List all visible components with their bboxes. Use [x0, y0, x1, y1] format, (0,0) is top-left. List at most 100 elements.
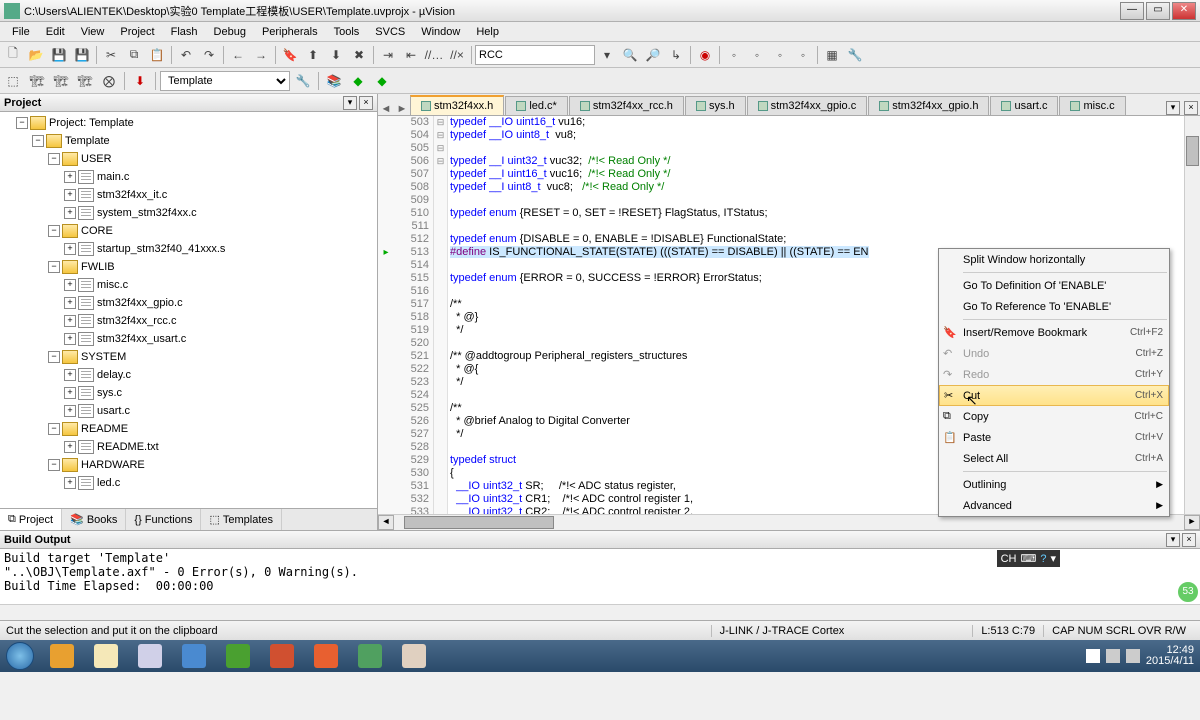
- nav-back-icon[interactable]: ←: [227, 44, 249, 66]
- system-tray[interactable]: 12:49 2015/4/11: [1080, 645, 1200, 667]
- file-usart-c[interactable]: +usart.c: [0, 402, 377, 420]
- open-icon[interactable]: 📂: [25, 44, 47, 66]
- group-system[interactable]: −SYSTEM: [0, 348, 377, 366]
- select-pack-icon[interactable]: ◆: [371, 70, 393, 92]
- incremental-find-icon[interactable]: ↳: [665, 44, 687, 66]
- indent-icon[interactable]: ⇥: [377, 44, 399, 66]
- save-all-icon[interactable]: 💾: [71, 44, 93, 66]
- ime-indicator[interactable]: CH ⌨ ? ▾: [997, 550, 1060, 567]
- scroll-left-icon[interactable]: ◄: [378, 515, 394, 530]
- tray-flag-icon[interactable]: [1086, 649, 1100, 663]
- target-options-icon[interactable]: 🔧: [292, 70, 314, 92]
- download-icon[interactable]: ⬇: [129, 70, 151, 92]
- menu-edit[interactable]: Edit: [38, 24, 73, 40]
- ctx-paste[interactable]: 📋PasteCtrl+V: [939, 427, 1169, 448]
- menu-peripherals[interactable]: Peripherals: [254, 24, 326, 40]
- batch-build-icon[interactable]: 🏗: [74, 70, 96, 92]
- ctx-select-all[interactable]: Select AllCtrl+A: [939, 448, 1169, 469]
- taskbar-app-1[interactable]: [41, 642, 83, 670]
- taskbar-app-7[interactable]: [305, 642, 347, 670]
- maximize-button[interactable]: ▭: [1146, 2, 1170, 20]
- ctx-outlining[interactable]: Outlining▶: [939, 474, 1169, 495]
- file-system_stm32f4xx-c[interactable]: +system_stm32f4xx.c: [0, 204, 377, 222]
- panel-tab-project[interactable]: ⧉Project: [0, 509, 62, 530]
- config-icon[interactable]: 🔧: [844, 44, 866, 66]
- enable-breakpoint-icon[interactable]: ◦: [769, 44, 791, 66]
- tab-nav-right-icon[interactable]: ►: [394, 103, 410, 115]
- taskbar-explorer[interactable]: [85, 642, 127, 670]
- tray-clock[interactable]: 12:49 2015/4/11: [1146, 645, 1194, 667]
- ctx-copy[interactable]: ⧉CopyCtrl+C: [939, 406, 1169, 427]
- editor-tab[interactable]: stm32f4xx_gpio.h: [868, 96, 989, 115]
- tray-network-icon[interactable]: [1126, 649, 1140, 663]
- panel-tab-functions[interactable]: {}Functions: [126, 509, 201, 530]
- new-icon[interactable]: 🗋: [2, 44, 24, 66]
- notification-badge[interactable]: 53: [1176, 580, 1200, 604]
- project-target[interactable]: −Template: [0, 132, 377, 150]
- manage-rte-icon[interactable]: ◆: [347, 70, 369, 92]
- output-scrollbar[interactable]: [0, 604, 1200, 620]
- clear-bookmark-icon[interactable]: ✖: [348, 44, 370, 66]
- editor-tab[interactable]: misc.c: [1059, 96, 1125, 115]
- stop-build-icon[interactable]: ⨂: [98, 70, 120, 92]
- group-user[interactable]: −USER: [0, 150, 377, 168]
- paste-icon[interactable]: 📋: [146, 44, 168, 66]
- output-dropdown-icon[interactable]: ▾: [1166, 533, 1180, 547]
- target-selector[interactable]: Template: [160, 71, 290, 91]
- menu-svcs[interactable]: SVCS: [367, 24, 413, 40]
- file-stm32f4xx_it-c[interactable]: +stm32f4xx_it.c: [0, 186, 377, 204]
- output-close-icon[interactable]: ×: [1182, 533, 1196, 547]
- menu-tools[interactable]: Tools: [326, 24, 368, 40]
- rebuild-icon[interactable]: 🏗: [50, 70, 72, 92]
- fold-gutter[interactable]: ⊟ ⊟ ⊟ ⊟: [434, 116, 448, 514]
- nav-forward-icon[interactable]: →: [250, 44, 272, 66]
- file-stm32f4xx_gpio-c[interactable]: +stm32f4xx_gpio.c: [0, 294, 377, 312]
- panel-dropdown-icon[interactable]: ▾: [343, 96, 357, 110]
- panel-close-icon[interactable]: ×: [359, 96, 373, 110]
- file-stm32f4xx_rcc-c[interactable]: +stm32f4xx_rcc.c: [0, 312, 377, 330]
- ctx-cut[interactable]: ✂CutCtrl+X: [939, 385, 1169, 406]
- comment-icon[interactable]: //…: [423, 44, 445, 66]
- panel-tab-templates[interactable]: ⬚Templates: [201, 509, 282, 530]
- save-icon[interactable]: 💾: [48, 44, 70, 66]
- menu-window[interactable]: Window: [413, 24, 468, 40]
- menu-flash[interactable]: Flash: [163, 24, 206, 40]
- panel-tab-books[interactable]: 📚Books: [62, 509, 126, 530]
- taskbar-ie[interactable]: [173, 642, 215, 670]
- group-readme[interactable]: −README: [0, 420, 377, 438]
- manage-icon[interactable]: 📚: [323, 70, 345, 92]
- taskbar-uvision[interactable]: [349, 642, 391, 670]
- prev-bookmark-icon[interactable]: ⬆: [302, 44, 324, 66]
- file-README-txt[interactable]: +README.txt: [0, 438, 377, 456]
- ctx-go-to-definition-of-enable-[interactable]: Go To Definition Of 'ENABLE': [939, 275, 1169, 296]
- uncomment-icon[interactable]: //×: [446, 44, 468, 66]
- editor-tab[interactable]: stm32f4xx_rcc.h: [569, 96, 684, 115]
- breakpoint-icon[interactable]: ◦: [723, 44, 745, 66]
- undo-icon[interactable]: ↶: [175, 44, 197, 66]
- find-input[interactable]: [475, 45, 595, 65]
- find-infiles-icon[interactable]: 🔎: [642, 44, 664, 66]
- editor-tab[interactable]: stm32f4xx.h: [410, 95, 504, 115]
- file-main-c[interactable]: +main.c: [0, 168, 377, 186]
- file-sys-c[interactable]: +sys.c: [0, 384, 377, 402]
- taskbar-powerpoint[interactable]: [261, 642, 303, 670]
- project-tree[interactable]: −Project: Template−Template−USER+main.c+…: [0, 112, 377, 508]
- menu-view[interactable]: View: [73, 24, 113, 40]
- outdent-icon[interactable]: ⇤: [400, 44, 422, 66]
- editor-tab[interactable]: led.c*: [505, 96, 568, 115]
- project-root[interactable]: −Project: Template: [0, 114, 377, 132]
- build-icon[interactable]: 🏗: [26, 70, 48, 92]
- debug-icon[interactable]: ◉: [694, 44, 716, 66]
- vertical-scrollbar[interactable]: [1184, 116, 1200, 514]
- cut-icon[interactable]: ✂: [100, 44, 122, 66]
- copy-icon[interactable]: ⧉: [123, 44, 145, 66]
- ctx-insert-remove-bookmark[interactable]: 🔖Insert/Remove BookmarkCtrl+F2: [939, 322, 1169, 343]
- taskbar-app-3[interactable]: [129, 642, 171, 670]
- window-icon[interactable]: ▦: [821, 44, 843, 66]
- editor-tab[interactable]: stm32f4xx_gpio.c: [747, 96, 868, 115]
- file-stm32f4xx_usart-c[interactable]: +stm32f4xx_usart.c: [0, 330, 377, 348]
- tray-speaker-icon[interactable]: [1106, 649, 1120, 663]
- file-delay-c[interactable]: +delay.c: [0, 366, 377, 384]
- editor-tab[interactable]: sys.h: [685, 96, 746, 115]
- editor-tab[interactable]: usart.c: [990, 96, 1058, 115]
